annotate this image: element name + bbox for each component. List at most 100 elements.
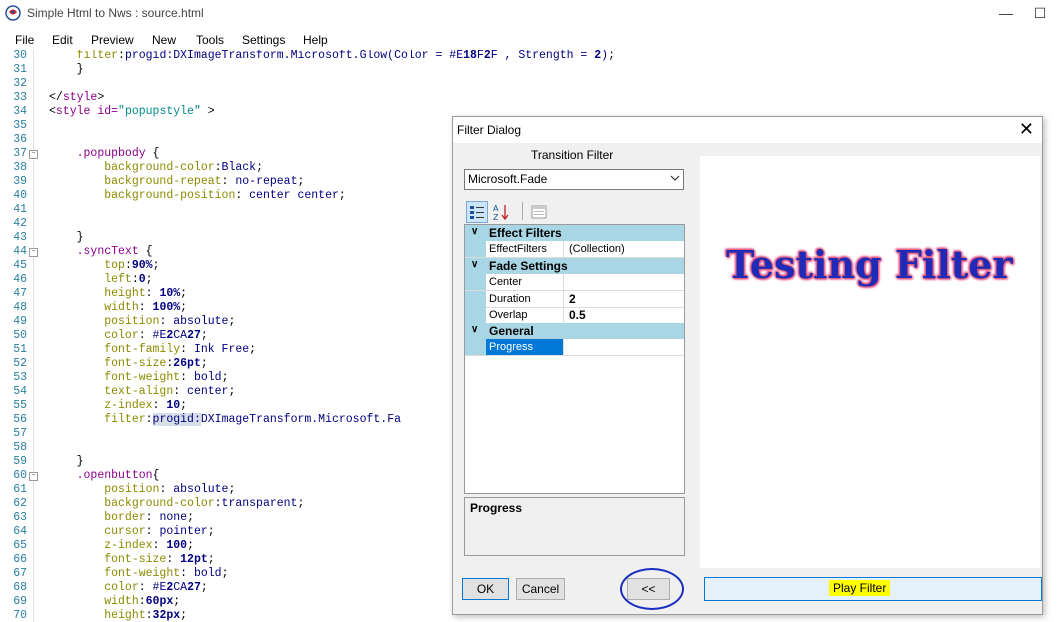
code-text: background-position: center center; [104,189,346,202]
code-line[interactable]: 31 } [0,63,1059,77]
play-filter-button[interactable]: Play Filter [704,577,1042,601]
line-number: 44 [13,245,27,258]
menu-edit[interactable]: Edit [52,33,73,47]
sort-az-icon: A Z [493,204,509,222]
property-pages-button[interactable] [528,201,550,223]
code-text: font-weight: bold; [104,371,229,384]
line-number: 67 [13,567,27,580]
property-value[interactable]: 2 [569,291,681,307]
property-row-center[interactable]: Center [465,274,684,291]
transition-filter-value: Microsoft.Fade [468,172,548,186]
code-text: } [49,63,84,76]
collapse-icon[interactable]: ∨ [471,324,478,335]
line-number: 57 [13,427,27,440]
code-line[interactable]: 32 [0,77,1059,91]
line-number: 63 [13,511,27,524]
close-icon[interactable]: ✕ [1019,119,1034,139]
line-number: 38 [13,161,27,174]
filter-preview-pane: Testing Filter [700,156,1040,568]
code-text: .openbutton{ [76,469,160,482]
annotation-circle [620,568,684,610]
line-number: 36 [13,133,27,146]
code-line[interactable]: 30 filter:progid:DXImageTransform.Micros… [0,50,1059,63]
property-row-progress[interactable]: Progress [465,339,684,356]
line-number: 30 [13,50,27,62]
category-label: General [489,324,534,338]
line-number: 58 [13,441,27,454]
property-name: EffectFilters [486,241,564,257]
menu-help[interactable]: Help [303,33,328,47]
property-value[interactable] [569,274,681,290]
line-number: 33 [13,91,27,104]
category-label: Effect Filters [489,226,562,240]
property-name: Progress [486,339,564,355]
line-number: 53 [13,371,27,384]
property-value[interactable] [569,339,681,355]
description-title: Progress [470,501,523,515]
line-number: 46 [13,273,27,286]
property-description-panel: Progress [464,497,685,556]
menu-file[interactable]: File [15,33,34,47]
line-number: 34 [13,105,27,118]
code-text: cursor: pointer; [104,525,215,538]
code-text: left:0; [104,273,153,286]
ok-button[interactable]: OK [462,578,509,600]
categorized-icon [470,206,484,219]
menu-new[interactable]: New [152,33,176,47]
row-indent [465,339,486,355]
property-row-overlap[interactable]: Overlap 0.5 [465,307,684,324]
category-fade-settings[interactable]: ∨ Fade Settings [465,258,684,274]
code-text: font-weight: bold; [104,567,229,580]
svg-text:Z: Z [493,213,499,221]
property-value[interactable]: (Collection) [569,241,681,257]
transition-filter-select[interactable]: Microsoft.Fade [464,169,684,190]
category-effect-filters[interactable]: ∨ Effect Filters [465,225,684,241]
code-text: color: #E2CA27; [104,329,208,342]
property-value[interactable]: 0.5 [569,307,681,323]
maximize-button[interactable]: ☐ [1030,4,1050,22]
line-number: 35 [13,119,27,132]
code-text: text-align: center; [104,385,236,398]
menu-preview[interactable]: Preview [91,33,134,47]
category-label: Fade Settings [489,259,568,273]
code-text: } [49,231,84,244]
line-number: 56 [13,413,27,426]
category-general[interactable]: ∨ General [465,323,684,339]
menu-settings[interactable]: Settings [242,33,285,47]
svg-text:A: A [493,204,499,213]
code-text: background-color:Black; [104,161,263,174]
property-row-duration[interactable]: Duration 2 [465,291,684,308]
line-number: 55 [13,399,27,412]
transition-filter-label: Transition Filter [531,148,614,162]
dialog-title: Filter Dialog [457,123,522,137]
fold-toggle-icon[interactable]: − [29,248,38,257]
line-number: 62 [13,497,27,510]
line-number: 70 [13,609,27,622]
fold-toggle-icon[interactable]: − [29,472,38,481]
collapse-icon[interactable]: ∨ [471,226,478,237]
line-number: 69 [13,595,27,608]
code-text: filter:progid:DXImageTransform.Microsoft… [104,413,401,426]
property-row-effectfilters[interactable]: EffectFilters (Collection) [465,241,684,258]
menu-tools[interactable]: Tools [196,33,224,47]
property-grid: ∨ Effect Filters EffectFilters (Collecti… [464,224,685,494]
categorized-view-button[interactable] [466,201,488,223]
code-text: z-index: 10; [104,399,188,412]
row-indent [465,307,486,323]
code-text: font-size:26pt; [104,357,208,370]
chevron-down-icon [670,175,680,181]
play-filter-label: Play Filter [829,580,891,596]
code-line[interactable]: 33 </style> [0,91,1059,105]
code-text: </style> [49,91,105,104]
line-number: 52 [13,357,27,370]
minimize-button[interactable]: — [996,4,1016,22]
cancel-button[interactable]: Cancel [516,578,565,600]
code-text: .syncText { [76,245,153,258]
line-number: 39 [13,175,27,188]
collapse-icon[interactable]: ∨ [471,259,478,270]
fold-toggle-icon[interactable]: − [29,150,38,159]
line-number: 51 [13,343,27,356]
menu-bar: File Edit Preview New Tools Settings Hel… [0,32,1059,50]
alphabetical-view-button[interactable]: A Z [490,201,512,223]
code-text: filter:progid:DXImageTransform.Microsoft… [76,50,615,62]
